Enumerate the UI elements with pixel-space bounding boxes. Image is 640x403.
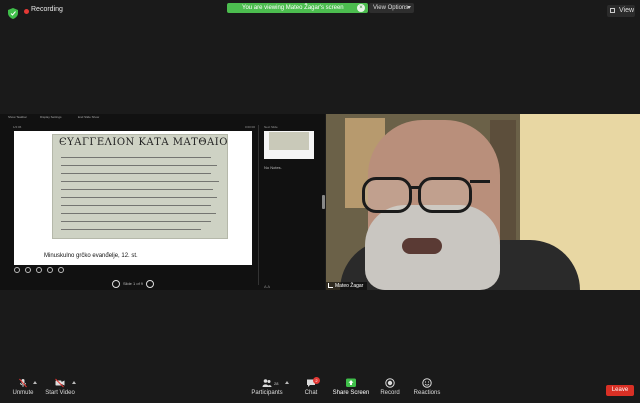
viewing-screen-banner: You are viewing Mateo Žagar's screen [227, 3, 368, 13]
reactions-smiley-icon [422, 378, 432, 388]
chevron-up-icon[interactable] [72, 381, 76, 384]
elapsed-time: 1/2:06 [13, 125, 22, 129]
speaker-notes: No Notes. [264, 165, 282, 170]
manuscript-line [61, 221, 211, 222]
slide-caption: Minuskulno grčko evanđelje, 12. st. [44, 253, 138, 259]
share-screen-button[interactable]: Share Screen [332, 378, 370, 396]
slide-tools [14, 267, 74, 275]
slide-counter: Slide 1 of 9 [123, 281, 144, 286]
splitter-handle[interactable] [322, 195, 325, 209]
participants-button[interactable]: Participants [250, 378, 284, 396]
leave-button[interactable]: Leave [606, 385, 634, 396]
timer: 0:00:00 [245, 125, 256, 129]
presenter-toolbar: Show Taskbar Display Settings End Slide … [8, 114, 158, 120]
manuscript-line [61, 197, 217, 198]
glasses-right-lens [418, 177, 472, 213]
participants-icon [262, 379, 272, 387]
show-taskbar-button[interactable]: Show Taskbar [8, 114, 27, 120]
participant-name: Mateo Žagar [335, 283, 364, 289]
grid-icon [610, 8, 615, 13]
next-slide-button[interactable] [146, 280, 154, 288]
slides-icon[interactable] [25, 267, 31, 273]
manuscript-line [61, 173, 211, 174]
video-off-icon [55, 378, 65, 388]
share-screen-icon [346, 378, 356, 387]
manuscript-line [61, 157, 211, 158]
chat-label: Chat [304, 390, 318, 396]
display-settings-button[interactable]: Display Settings [40, 114, 62, 120]
manuscript-line [61, 229, 201, 230]
chat-unread-badge: 2 [313, 377, 320, 384]
manuscript-line [61, 181, 219, 182]
previous-slide-button[interactable] [112, 280, 120, 288]
glasses-bridge [410, 186, 420, 189]
participant-name-tag: Mateo Žagar [326, 282, 368, 290]
reactions-label: Reactions [413, 390, 441, 396]
chevron-up-icon[interactable] [285, 381, 289, 384]
record-button[interactable]: Record [378, 378, 402, 396]
pen-icon[interactable] [14, 267, 20, 273]
start-video-label: Start Video [45, 390, 75, 396]
recording-dot-icon [24, 9, 29, 14]
zoom-icon[interactable] [36, 267, 42, 273]
share-screen-label: Share Screen [332, 390, 370, 396]
manuscript-title: ЄΥΑΓΓΕΛΙΟΝ ΚΑΤΑ ΜΑΤΘΑΙΟΝ [59, 137, 228, 148]
chevron-down-icon [407, 6, 411, 9]
glasses-temple [470, 180, 490, 183]
participants-label: Participants [251, 390, 283, 396]
pane-divider [258, 125, 259, 285]
next-slide-image [269, 132, 309, 150]
record-label: Record [380, 390, 400, 396]
reactions-button[interactable]: Reactions [412, 378, 442, 396]
manuscript-line [61, 213, 216, 214]
text-size-controls[interactable]: A A [264, 284, 270, 289]
recording-label: Recording [31, 6, 63, 13]
manuscript-image: ЄΥΑΓΓΕΛΙΟΝ ΚΑΤΑ ΜΑΤΘΑΙΟΝ [52, 134, 228, 239]
signal-icon [328, 283, 333, 289]
chevron-up-icon[interactable] [33, 381, 37, 384]
end-slide-show-button[interactable]: End Slide Show [78, 114, 99, 120]
microphone-muted-icon [19, 378, 27, 388]
person-mouth [402, 238, 442, 254]
close-icon[interactable]: × [357, 4, 365, 12]
manuscript-line [61, 165, 217, 166]
unmute-label: Unmute [12, 390, 34, 396]
more-options-icon[interactable] [58, 267, 64, 273]
next-slide-label: Next Slide [264, 125, 278, 129]
view-label: View [619, 7, 635, 14]
record-icon [385, 378, 395, 388]
participants-count: 28 [274, 381, 279, 386]
glasses-left-lens [362, 177, 412, 213]
pointer-icon[interactable] [47, 267, 53, 273]
security-shield-icon[interactable] [8, 6, 18, 19]
manuscript-line [61, 189, 213, 190]
manuscript-line [61, 205, 211, 206]
